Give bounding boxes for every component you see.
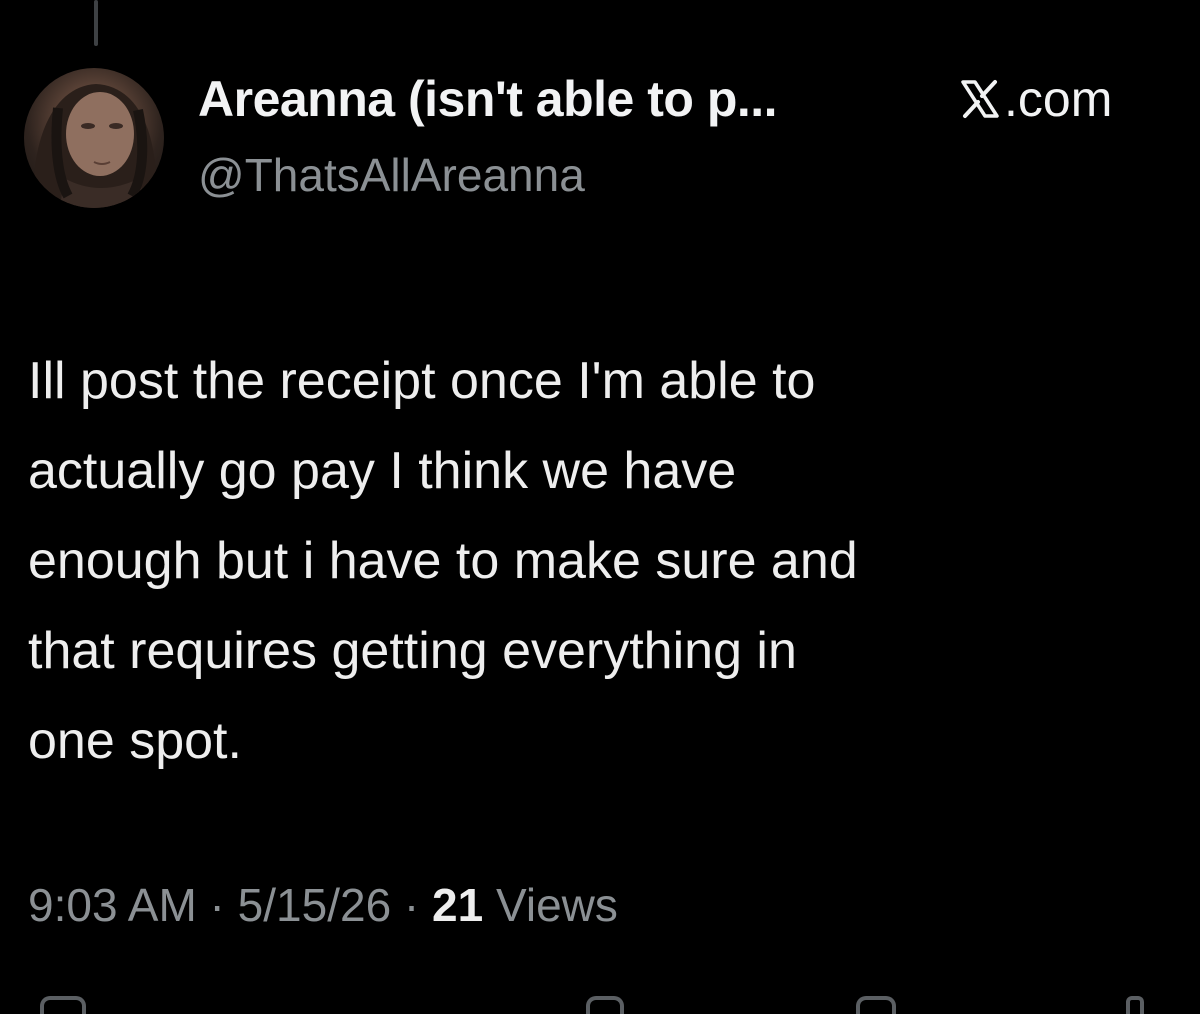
- author-display-name[interactable]: Areanna (isn't able to p...: [198, 70, 778, 128]
- thread-connector-line: [94, 0, 98, 46]
- source-link[interactable]: .com: [958, 70, 1112, 128]
- views-label[interactable]: Views: [483, 879, 618, 931]
- like-icon[interactable]: [586, 996, 624, 1014]
- tweet-time[interactable]: 9:03 AM: [28, 879, 197, 931]
- x-logo-icon: [961, 80, 999, 118]
- bookmark-icon[interactable]: [856, 996, 896, 1014]
- tweet-meta: 9:03 AM · 5/15/26 · 21 Views: [28, 878, 618, 932]
- share-icon[interactable]: [1126, 996, 1144, 1014]
- meta-separator: ·: [196, 879, 238, 931]
- avatar[interactable]: [24, 68, 164, 208]
- tweet-text: Ill post the receipt once I'm able to ac…: [28, 352, 858, 770]
- reply-icon[interactable]: [40, 996, 86, 1014]
- source-label: .com: [1004, 71, 1113, 127]
- author-handle[interactable]: @ThatsAllAreanna: [198, 148, 585, 202]
- meta-separator: ·: [391, 879, 433, 931]
- views-count[interactable]: 21: [432, 879, 483, 931]
- profile-photo-icon: [33, 84, 157, 208]
- tweet-date[interactable]: 5/15/26: [238, 879, 391, 931]
